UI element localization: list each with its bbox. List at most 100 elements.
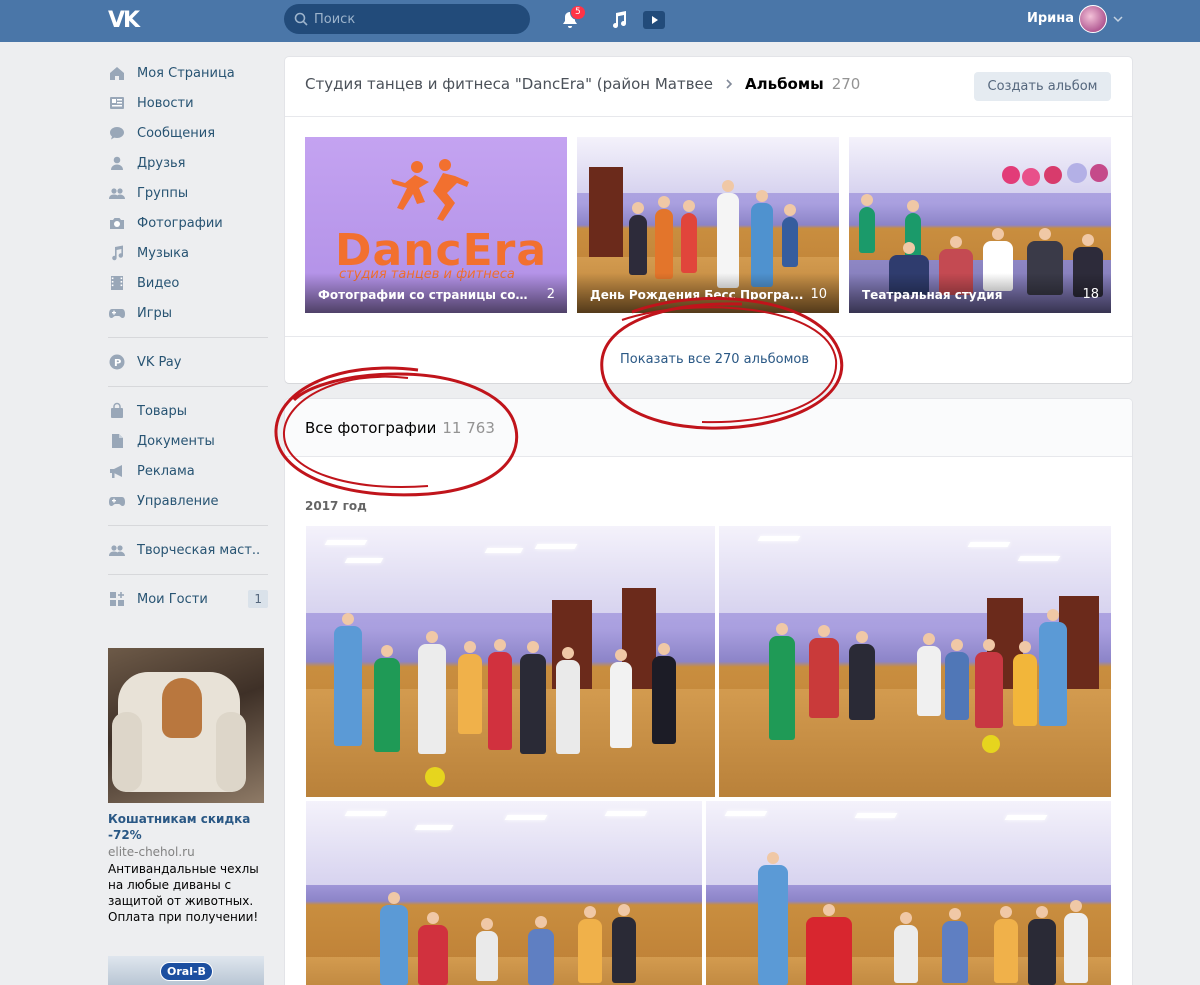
kid-figure xyxy=(942,908,968,983)
balloons-icon xyxy=(1002,163,1108,186)
all-photos-header: Все фотографии 11 763 xyxy=(285,399,1132,457)
kid-figure xyxy=(806,904,852,985)
album-title: Фотографии со страницы сообщ... xyxy=(318,288,533,302)
kid-figure xyxy=(528,916,554,985)
vkpay-icon: P xyxy=(108,353,126,371)
ad-cat xyxy=(162,678,202,738)
avatar[interactable] xyxy=(1079,5,1107,33)
sidebar-item-documents[interactable]: Документы xyxy=(108,426,268,456)
sidebar-item-group-workshop[interactable]: Творческая маст.. xyxy=(108,535,268,565)
ad-block[interactable]: Кошатникам скидка -72% elite-chehol.ru А… xyxy=(108,648,264,925)
sidebar-item-label: Видео xyxy=(137,275,180,291)
people-icon xyxy=(108,541,126,559)
notifications-badge: 5 xyxy=(570,5,586,20)
all-photos-card: Все фотографии 11 763 2017 год xyxy=(285,399,1132,985)
sidebar-item-label: Реклама xyxy=(137,463,195,479)
sidebar-divider xyxy=(108,525,268,526)
film-icon xyxy=(108,274,126,292)
sidebar-item-news[interactable]: Новости xyxy=(108,88,268,118)
ad-block-2[interactable]: Oral-B xyxy=(108,956,264,985)
sidebar-item-my-page[interactable]: Моя Страница xyxy=(108,58,268,88)
album-count: 18 xyxy=(1082,287,1099,302)
year-heading: 2017 год xyxy=(305,499,367,513)
ad-text: Антивандальные чехлы на любые диваны с з… xyxy=(108,862,259,924)
sidebar-item-friends[interactable]: Друзья xyxy=(108,148,268,178)
photo-thumbnail[interactable] xyxy=(306,801,702,985)
music-note-icon[interactable] xyxy=(607,8,631,32)
create-album-button[interactable]: Создать альбом xyxy=(974,72,1111,101)
play-icon[interactable] xyxy=(642,8,666,32)
vk-logo[interactable]: VK xyxy=(108,8,144,33)
sidebar-item-messages[interactable]: Сообщения xyxy=(108,118,268,148)
home-icon xyxy=(108,64,126,82)
kid-figure xyxy=(578,906,602,983)
messages-icon xyxy=(108,124,126,142)
balloon-icon xyxy=(425,767,445,787)
search-input[interactable] xyxy=(314,11,514,27)
kid-figure xyxy=(556,647,580,754)
breadcrumb-group-link[interactable]: Студия танцев и фитнеса "DancEra" (район… xyxy=(305,75,713,93)
sidebar-item-label: Моя Страница xyxy=(137,65,235,81)
kid-figure xyxy=(374,645,400,752)
album-tile[interactable]: DancEra студия танцев и фитнеса Фотограф… xyxy=(305,137,567,313)
ceiling-lamp xyxy=(504,815,548,820)
kid-figure xyxy=(809,625,839,718)
kid-figure xyxy=(612,904,636,983)
sidebar-item-label: Творческая маст.. xyxy=(137,542,261,558)
kid-figure xyxy=(1028,906,1056,985)
ad-image[interactable] xyxy=(108,648,264,803)
show-all-albums-link[interactable]: Показать все 270 альбомов xyxy=(620,352,809,367)
sidebar-item-manage[interactable]: Управление xyxy=(108,486,268,516)
sidebar-item-guests[interactable]: Мои Гости 1 xyxy=(108,584,268,614)
kid-figure xyxy=(380,892,408,985)
chevron-down-icon[interactable] xyxy=(1113,14,1123,24)
sidebar-item-photos[interactable]: Фотографии xyxy=(108,208,268,238)
sidebar-item-label: Новости xyxy=(137,95,194,111)
document-icon xyxy=(108,432,126,450)
kid-figure xyxy=(655,196,673,279)
photo-thumbnail[interactable] xyxy=(706,801,1111,985)
ceiling-lamp xyxy=(1017,556,1061,561)
ceiling-lamp xyxy=(324,540,368,545)
sidebar-item-label: Фотографии xyxy=(137,215,223,231)
ad-title[interactable]: Кошатникам скидка -72% xyxy=(108,811,264,843)
all-photos-count: 11 763 xyxy=(442,419,495,437)
gamepad-icon xyxy=(108,492,126,510)
search-box[interactable] xyxy=(284,4,530,34)
ad-domain: elite-chehol.ru xyxy=(108,845,195,859)
album-tile[interactable]: Театральная студия 18 xyxy=(849,137,1111,313)
album-tile[interactable]: День Рождения Бесс Програ... 10 xyxy=(577,137,839,313)
music-note-icon xyxy=(108,244,126,262)
sidebar-item-label: VK Pay xyxy=(137,354,182,370)
sidebar-divider xyxy=(108,337,268,338)
photo-thumbnail[interactable] xyxy=(306,526,715,797)
sidebar-item-label: Сообщения xyxy=(137,125,216,141)
kid-figure xyxy=(894,912,918,983)
kid-figure xyxy=(1039,609,1067,726)
sidebar-item-goods[interactable]: Товары xyxy=(108,396,268,426)
ceiling-lamp xyxy=(604,811,648,816)
photo-thumbnail[interactable] xyxy=(719,526,1111,797)
sidebar-item-music[interactable]: Музыка xyxy=(108,238,268,268)
kid-figure xyxy=(488,639,512,750)
sidebar-item-games[interactable]: Игры xyxy=(108,298,268,328)
svg-text:P: P xyxy=(114,358,121,369)
kid-figure xyxy=(859,194,875,253)
friend-icon xyxy=(108,154,126,172)
sidebar-item-groups[interactable]: Группы xyxy=(108,178,268,208)
user-name[interactable]: Ирина xyxy=(1027,11,1074,26)
kid-figure xyxy=(1013,641,1037,726)
sidebar-item-vk-pay[interactable]: P VK Pay xyxy=(108,347,268,377)
sidebar-divider xyxy=(108,574,268,575)
sidebar-item-video[interactable]: Видео xyxy=(108,268,268,298)
kid-figure xyxy=(418,912,448,985)
apps-icon xyxy=(108,590,126,608)
ceiling-lamp xyxy=(344,811,388,816)
album-door xyxy=(589,167,623,257)
kid-figure xyxy=(610,649,632,748)
sidebar-item-label: Музыка xyxy=(137,245,189,261)
camera-icon xyxy=(108,214,126,232)
sidebar-item-ads[interactable]: Реклама xyxy=(108,456,268,486)
megaphone-icon xyxy=(108,462,126,480)
ceiling-lamp xyxy=(534,544,578,549)
